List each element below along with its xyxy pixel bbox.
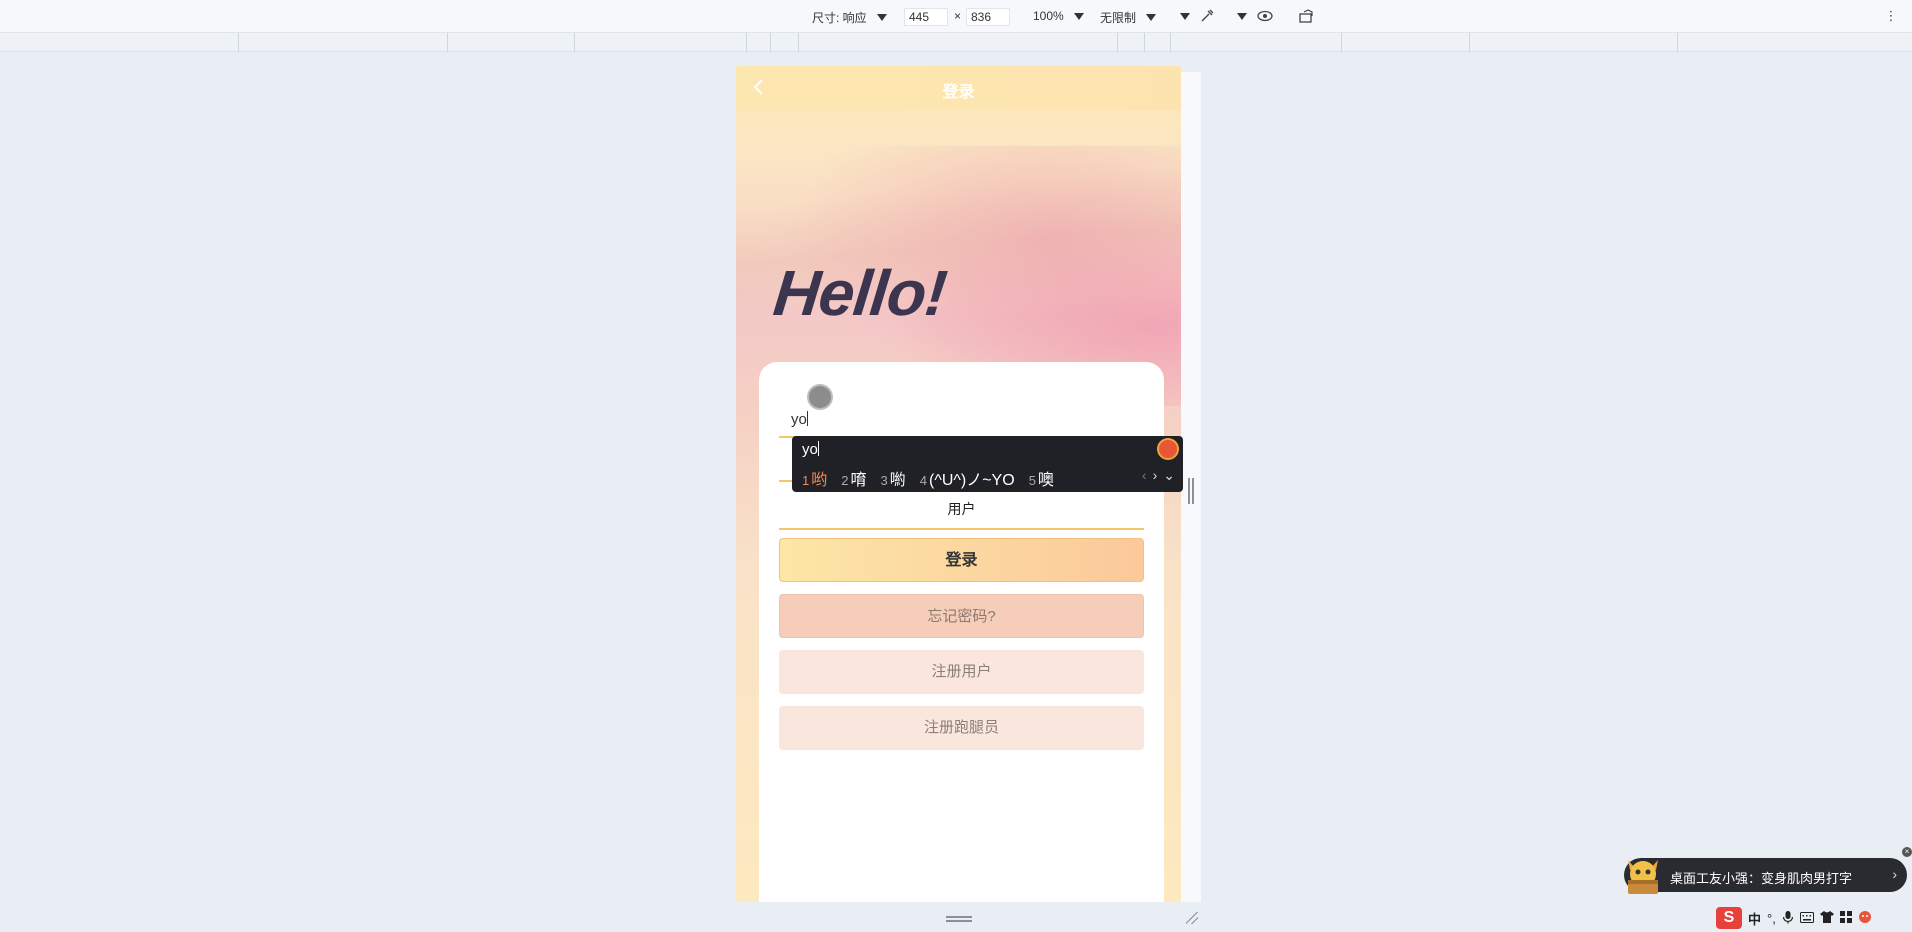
sogou-logo-icon[interactable]: S [1716, 907, 1742, 929]
dimensions-label: 尺寸: 响应 [812, 11, 867, 25]
mascot-icon [1620, 850, 1666, 896]
ime-candidate[interactable]: 1哟 [802, 466, 827, 490]
resize-handle-corner[interactable] [1186, 912, 1198, 924]
eyedropper-icon[interactable] [1198, 8, 1216, 24]
hello-heading: Hello! [770, 257, 950, 329]
keyboard-icon[interactable] [1799, 911, 1814, 926]
sogou-notification[interactable]: 桌面工友小强：变身肌肉男打字 › [1624, 858, 1907, 892]
ime-candidate-window: yo 1哟 2唷 3喲 4 (^U^)ノ~YO 5噢 ‹ › ⌄ [792, 436, 1183, 492]
login-button[interactable]: 登录 [779, 538, 1144, 582]
close-icon[interactable]: × [1902, 847, 1912, 857]
chevron-right-icon[interactable]: › [1892, 866, 1897, 882]
ime-candidate[interactable]: 3喲 [881, 466, 906, 490]
zoom-label: 100% [1033, 9, 1064, 23]
ime-composition-text: yo [802, 441, 818, 458]
username-input[interactable]: yo [791, 411, 808, 428]
forgot-password-button[interactable]: 忘记密码? [779, 594, 1144, 638]
avatar [809, 386, 831, 408]
toolbox-grid-icon[interactable] [1839, 910, 1852, 926]
ime-composition: yo [802, 441, 819, 458]
chevron-down-icon [1073, 12, 1084, 20]
chevron-right-icon[interactable]: › [1153, 467, 1158, 484]
chevron-left-icon[interactable]: ‹ [1142, 467, 1147, 484]
width-input[interactable]: 445 [904, 8, 948, 26]
chevron-down-icon [1146, 14, 1157, 21]
punctuation-toggle[interactable]: °, [1767, 911, 1776, 926]
skin-shirt-icon[interactable] [1819, 910, 1834, 926]
text-cursor [817, 441, 819, 456]
more-options-icon[interactable]: ⋮ [1882, 8, 1900, 24]
chevron-down-icon [876, 14, 887, 21]
role-underline [779, 528, 1144, 530]
dimensions-dropdown[interactable]: 尺寸: 响应 [812, 9, 887, 26]
throttle-label: 无限制 [1100, 11, 1137, 25]
ime-candidate[interactable]: 5噢 [1029, 466, 1054, 490]
ime-mode-toggle[interactable]: 中 [1748, 909, 1761, 928]
nav-bar: 登录 [736, 66, 1181, 110]
height-input[interactable]: 836 [966, 8, 1010, 26]
username-value: yo [791, 411, 807, 428]
page-title: 登录 [942, 84, 975, 101]
role-select[interactable]: 用户 [779, 499, 1144, 519]
ime-candidate[interactable]: 4 (^U^)ノ~YO [920, 466, 1015, 490]
resize-handle-right[interactable] [1188, 478, 1194, 504]
more-dropdown-icon[interactable] [1180, 13, 1190, 20]
microphone-icon[interactable] [1782, 910, 1794, 927]
vision-dropdown-icon[interactable] [1237, 13, 1247, 20]
eye-icon[interactable] [1256, 8, 1274, 24]
resize-handle-bottom[interactable] [946, 916, 972, 922]
register-user-button[interactable]: 注册用户 [779, 650, 1144, 694]
register-runner-button[interactable]: 注册跑腿员 [779, 706, 1144, 750]
text-cursor [806, 411, 808, 426]
media-query-ruler[interactable] [0, 33, 1912, 52]
ime-status-bar: S 中 °, [1716, 904, 1912, 932]
ime-page-controls: ‹ › ⌄ [1142, 467, 1175, 484]
zoom-dropdown[interactable]: 100% [1033, 9, 1084, 23]
mascot-small-icon[interactable] [1858, 910, 1872, 927]
ime-candidate[interactable]: 2唷 [841, 466, 866, 490]
ime-candidate-list: 1哟 2唷 3喲 4 (^U^)ノ~YO 5噢 [802, 466, 1054, 490]
throttle-dropdown[interactable]: 无限制 [1100, 9, 1157, 26]
notification-text: 桌面工友小强：变身肌肉男打字 [1670, 871, 1853, 886]
times-sign: × [954, 9, 962, 23]
sogou-mascot-icon[interactable] [1159, 440, 1177, 458]
chevron-down-icon[interactable]: ⌄ [1163, 467, 1175, 484]
rotate-device-icon[interactable] [1298, 8, 1316, 24]
devtools-toolbar: 尺寸: 响应 445 × 836 100% 无限制 ⋮ [0, 0, 1912, 33]
